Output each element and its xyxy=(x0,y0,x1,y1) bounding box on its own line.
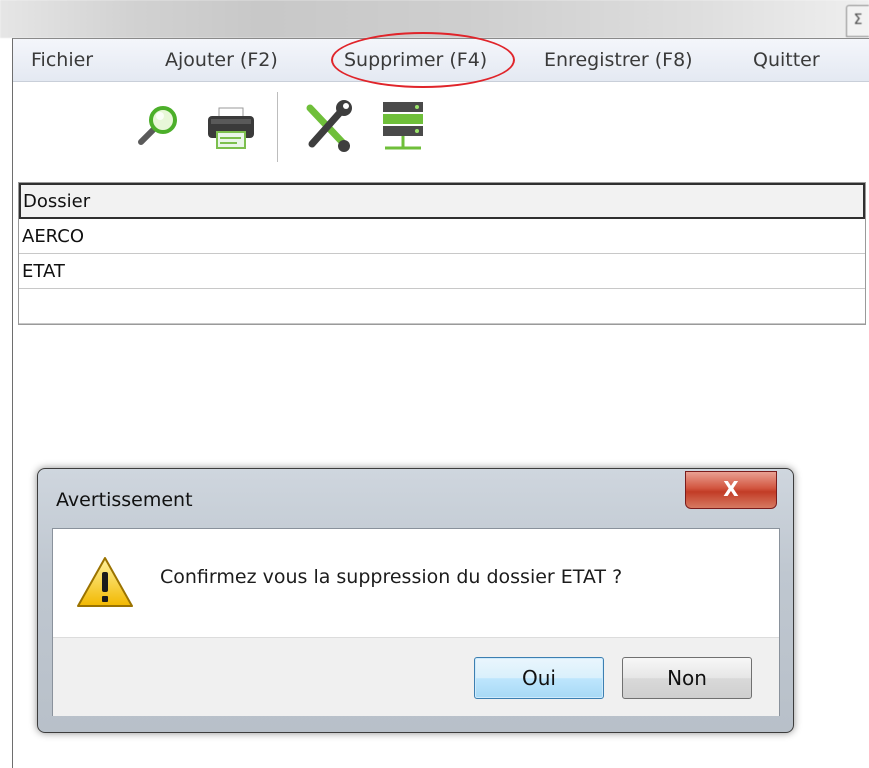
table-row[interactable]: ETAT xyxy=(19,254,865,289)
table-row[interactable] xyxy=(19,289,865,324)
dossier-grid: Dossier AERCO ETAT xyxy=(18,182,866,325)
background-window-strip: Σ xyxy=(0,0,869,38)
toolbar xyxy=(13,82,869,177)
network-server-icon[interactable] xyxy=(377,94,427,160)
toolbar-separator xyxy=(277,92,278,162)
dialog-message: Confirmez vous la suppression du dossier… xyxy=(160,566,623,588)
dialog-title: Avertissement xyxy=(56,489,193,511)
menu-item-supprimer[interactable]: Supprimer (F4) xyxy=(344,49,487,71)
dialog-button-bar: Oui Non xyxy=(53,637,779,716)
dialog-message-area: Confirmez vous la suppression du dossier… xyxy=(53,529,779,637)
printer-icon[interactable] xyxy=(205,94,255,160)
menu-item-ajouter[interactable]: Ajouter (F2) xyxy=(165,49,278,71)
table-cell: AERCO xyxy=(22,226,85,247)
warning-dialog: Avertissement X Confirmez vous la suppre… xyxy=(37,468,794,733)
warning-icon xyxy=(75,554,135,610)
grid-column-header[interactable]: Dossier xyxy=(19,183,865,219)
menu-item-enregistrer[interactable]: Enregistrer (F8) xyxy=(544,49,693,71)
dialog-body: Confirmez vous la suppression du dossier… xyxy=(52,528,780,716)
no-button[interactable]: Non xyxy=(622,657,752,699)
search-icon[interactable] xyxy=(133,94,183,160)
close-icon[interactable]: X xyxy=(685,471,777,509)
table-cell: ETAT xyxy=(22,261,65,282)
tools-icon[interactable] xyxy=(300,94,352,160)
menu-bar: Fichier Ajouter (F2) Supprimer (F4) Enre… xyxy=(13,32,869,88)
yes-button[interactable]: Oui xyxy=(474,657,604,699)
menu-item-quitter[interactable]: Quitter xyxy=(753,49,820,71)
grid-column-header-label: Dossier xyxy=(23,191,91,212)
table-row[interactable]: AERCO xyxy=(19,219,865,254)
cut-off-tab[interactable]: Σ xyxy=(846,5,869,37)
menu-item-fichier[interactable]: Fichier xyxy=(31,49,93,71)
